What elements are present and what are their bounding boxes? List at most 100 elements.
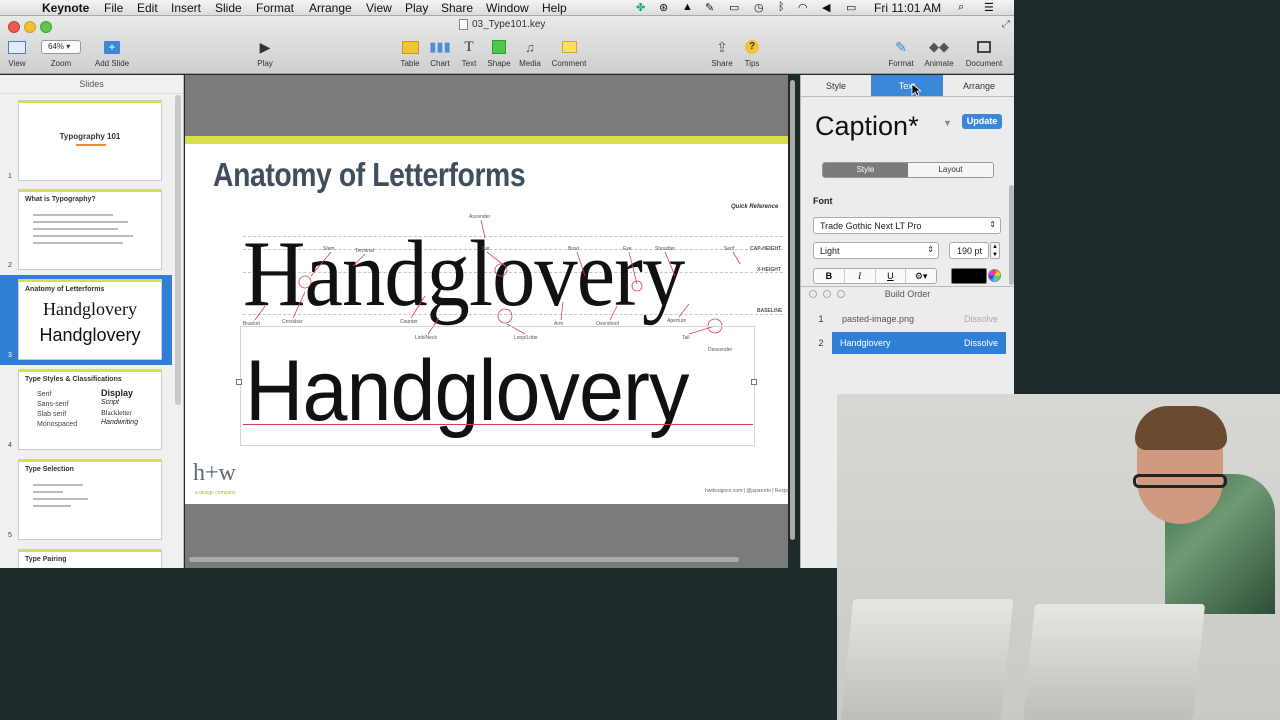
slide-thumbnail-3[interactable]: Anatomy of Letterforms Handglovery Handg… (18, 279, 162, 360)
text-style-buttons: B I U ⚙▾ (813, 268, 937, 284)
alert-icon[interactable]: ▲ (682, 1, 693, 13)
font-heading: Font (813, 196, 833, 206)
color-wheel-icon[interactable] (988, 269, 1001, 282)
slide-number: 4 (8, 442, 12, 449)
fullscreen-icon[interactable]: ⤢ (1002, 19, 1010, 30)
text-button[interactable]: T Text (458, 38, 480, 69)
font-family-select[interactable]: Trade Gothic Next LT Pro ⇕ (813, 217, 1001, 234)
italic-button[interactable]: I (845, 269, 876, 283)
thumb-text-line (33, 484, 83, 486)
chart-button[interactable]: ▮▮▮ Chart (427, 38, 453, 68)
canvas-vertical-scrollbar[interactable] (790, 80, 795, 540)
menu-share[interactable]: Share (441, 1, 473, 15)
comment-button[interactable]: Comment (548, 38, 590, 68)
dropbox-icon[interactable]: ✤ (636, 1, 645, 14)
notifications-icon[interactable]: ☰ (984, 1, 994, 14)
dark-background (1014, 0, 1280, 394)
presenter-video (837, 394, 1280, 720)
tools-icon[interactable]: ✎ (705, 1, 714, 14)
tab-style[interactable]: Style (801, 75, 871, 96)
slide-thumbnail-5[interactable]: Type Selection (18, 459, 162, 540)
table-button[interactable]: Table (398, 38, 422, 68)
canvas-horizontal-scrollbar[interactable] (189, 557, 739, 562)
menu-file[interactable]: File (104, 1, 123, 15)
underline-button[interactable]: U (876, 269, 907, 283)
zoom-control[interactable]: 64% ▾ Zoom (39, 38, 83, 68)
airplay-icon[interactable]: ▭ (729, 1, 739, 14)
play-icon: ▶ (259, 38, 271, 55)
paragraph-style-dropdown-icon[interactable]: ▼ (943, 118, 952, 128)
volume-icon[interactable]: ◀ (822, 1, 830, 14)
presenter-glasses (1133, 474, 1227, 488)
panel-minimize-button[interactable] (823, 290, 831, 298)
font-size-field[interactable]: 190 pt (949, 242, 989, 259)
subtab-layout[interactable]: Layout (908, 163, 993, 177)
menu-insert[interactable]: Insert (171, 1, 201, 15)
menu-format[interactable]: Format (256, 1, 294, 15)
animate-button[interactable]: ◆◆ Animate (921, 38, 957, 68)
build-item-2[interactable]: 2 Handglovery Dissolve (810, 332, 1006, 354)
zoom-dropdown[interactable]: 64% ▾ (41, 40, 81, 54)
text-label: Text (461, 59, 477, 68)
dark-background (0, 568, 837, 720)
wifi-icon[interactable]: ◠ (798, 1, 808, 14)
mouse-cursor-icon (911, 83, 921, 97)
menu-view[interactable]: View (366, 1, 392, 15)
shape-button[interactable]: Shape (486, 38, 512, 68)
menu-arrange[interactable]: Arrange (309, 1, 352, 15)
play-button[interactable]: ▶ Play (252, 38, 278, 69)
tips-button[interactable]: ? Tips (740, 38, 764, 68)
spellcheck-underline (243, 424, 753, 425)
format-button[interactable]: ✎ Format (886, 38, 916, 69)
close-window-button[interactable] (8, 21, 20, 33)
document-button[interactable]: Document (962, 38, 1006, 68)
menu-clock[interactable]: Fri 11:01 AM (874, 1, 941, 15)
slide-thumbnail-1[interactable]: Typography 101 (18, 100, 162, 181)
minimize-window-button[interactable] (24, 21, 36, 33)
thumb-text-line (33, 214, 113, 216)
subtab-style[interactable]: Style (823, 163, 908, 177)
text-options-gear-icon[interactable]: ⚙▾ (906, 269, 936, 283)
thumb-list-item: Handwriting (101, 419, 138, 426)
media-button[interactable]: ♫ Media (517, 38, 543, 69)
menu-help[interactable]: Help (542, 1, 567, 15)
menu-play[interactable]: Play (405, 1, 428, 15)
bluetooth-icon[interactable]: ᛒ (778, 1, 785, 13)
add-slide-button[interactable]: + Add Slide (92, 38, 132, 68)
slide-thumbnail-2[interactable]: What is Typography? (18, 189, 162, 270)
resize-handle-left[interactable] (236, 379, 242, 385)
panel-zoom-button[interactable] (837, 290, 845, 298)
sync-icon[interactable]: ⊛ (659, 1, 668, 14)
time-machine-icon[interactable]: ◷ (754, 1, 764, 14)
build-item-1[interactable]: 1 pasted-image.png Dissolve (810, 308, 1006, 330)
menu-window[interactable]: Window (486, 1, 529, 15)
panel-close-button[interactable] (809, 290, 817, 298)
slide-thumbnail-6[interactable]: Type Pairing (18, 549, 162, 568)
build-item-number: 1 (818, 314, 824, 324)
resize-handle-right[interactable] (751, 379, 757, 385)
battery-icon[interactable]: ▭ (846, 1, 856, 14)
tab-arrange[interactable]: Arrange (943, 75, 1015, 96)
menu-slide[interactable]: Slide (215, 1, 242, 15)
update-style-button[interactable]: Update (962, 114, 1002, 129)
tab-text[interactable]: Text (871, 75, 943, 96)
zoom-window-button[interactable] (40, 21, 52, 33)
view-button[interactable]: View (5, 38, 29, 68)
bold-button[interactable]: B (814, 269, 845, 283)
build-item-number: 2 (818, 338, 824, 348)
share-button[interactable]: ⇪ Share (709, 38, 735, 69)
menu-edit[interactable]: Edit (137, 1, 158, 15)
table-label: Table (400, 59, 420, 68)
menu-bar: Keynote File Edit Insert Slide Format Ar… (0, 0, 1014, 16)
font-weight-select[interactable]: Light ⇕ (813, 242, 939, 259)
menu-app-name[interactable]: Keynote (42, 1, 89, 15)
text-color-well[interactable] (951, 268, 987, 284)
animate-label: Animate (924, 59, 954, 68)
navigator-scrollbar[interactable] (175, 95, 181, 405)
paragraph-style-name[interactable]: Caption* (815, 111, 919, 142)
updown-arrows-icon: ⇕ (989, 220, 996, 229)
spotlight-icon[interactable]: ⌕ (958, 1, 964, 14)
sans-specimen-word[interactable]: Handglovery (245, 342, 689, 441)
font-size-stepper[interactable]: ▲ ▼ (990, 242, 1000, 259)
slide-thumbnail-4[interactable]: Type Styles & Classifications Serif Sans… (18, 369, 162, 450)
